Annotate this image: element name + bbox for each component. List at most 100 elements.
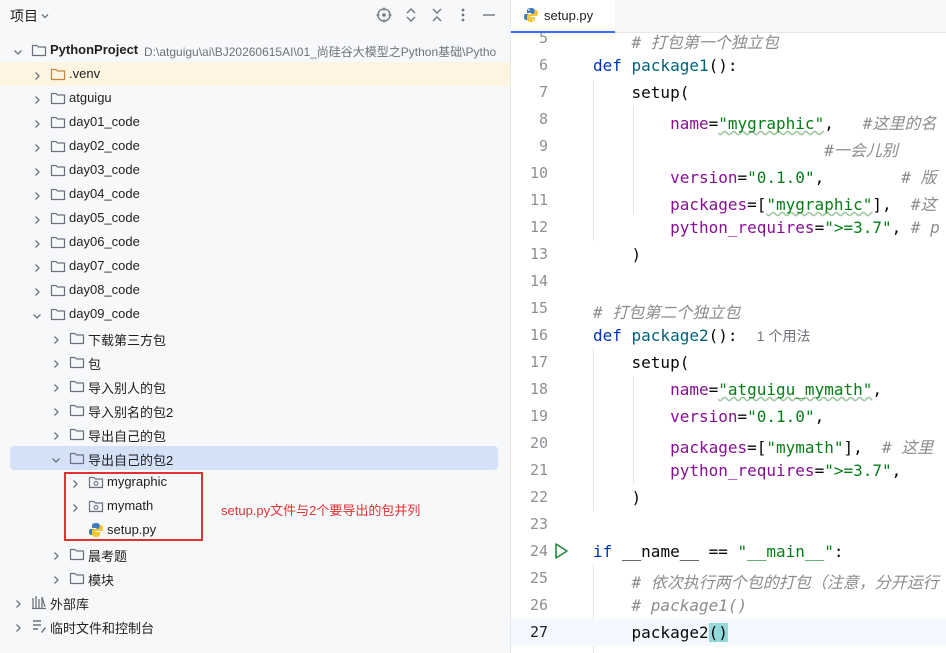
code-line[interactable]: 9 #一会儿别	[511, 133, 946, 160]
code-line[interactable]: 19 version="0.1.0",	[511, 403, 946, 430]
chevron-down-icon[interactable]	[51, 453, 61, 463]
line-number[interactable]: 23	[511, 515, 548, 533]
chevron-right-icon[interactable]	[32, 261, 42, 272]
code-line[interactable]: 12 python_requires=">=3.7", # p	[511, 214, 946, 241]
code-line[interactable]: 18 name="atguigu_mymath",	[511, 376, 946, 403]
line-number[interactable]: 8	[511, 110, 548, 128]
tab-setup-py[interactable]: setup.py	[511, 0, 615, 33]
code-line[interactable]: 7 setup(	[511, 79, 946, 106]
tree-row[interactable]: 临时文件和控制台	[0, 614, 510, 638]
chevron-right-icon[interactable]	[51, 573, 61, 584]
minimize-icon[interactable]	[480, 6, 498, 24]
tree-row[interactable]: day05_code	[0, 206, 510, 230]
chevron-right-icon[interactable]	[51, 549, 61, 560]
run-icon[interactable]	[553, 542, 569, 563]
tree-row[interactable]: 导入别名的包2	[0, 398, 510, 422]
tree-row[interactable]: day07_code	[0, 254, 510, 278]
chevron-right-icon[interactable]	[13, 597, 23, 608]
chevron-right-icon[interactable]	[32, 285, 42, 296]
chevron-right-icon[interactable]	[32, 189, 42, 200]
code-line[interactable]: 16 def package2(): 1 个用法	[511, 322, 946, 349]
line-number[interactable]: 15	[511, 299, 548, 317]
chevron-right-icon[interactable]	[51, 357, 61, 368]
line-number[interactable]: 12	[511, 218, 548, 236]
chevron-right-icon[interactable]	[13, 621, 23, 632]
line-number[interactable]: 6	[511, 56, 548, 74]
tree-row[interactable]: day06_code	[0, 230, 510, 254]
tree-row[interactable]: 导入别人的包	[0, 374, 510, 398]
chevron-right-icon[interactable]	[51, 381, 61, 392]
tree-row[interactable]: 导出自己的包2	[0, 446, 510, 470]
line-number[interactable]: 21	[511, 461, 548, 479]
tree-row[interactable]: 包	[0, 350, 510, 374]
code-line[interactable]: 22 )	[511, 484, 946, 511]
tree-row[interactable]: day04_code	[0, 182, 510, 206]
chevron-down-icon[interactable]	[32, 309, 42, 319]
chevron-right-icon[interactable]	[32, 237, 42, 248]
code-line[interactable]: 24 if __name__ == "__main__":	[511, 538, 946, 565]
code-line[interactable]: 20 packages=["mymath"], # 这里	[511, 430, 946, 457]
code-line[interactable]: 10 version="0.1.0", # 版	[511, 160, 946, 187]
code-line[interactable]: 17 setup(	[511, 349, 946, 376]
more-icon[interactable]	[454, 6, 472, 24]
tree-row[interactable]: 外部库	[0, 590, 510, 614]
tree-row[interactable]: day01_code	[0, 110, 510, 134]
chevron-right-icon[interactable]	[32, 165, 42, 176]
tree-row[interactable]: day09_code	[0, 302, 510, 326]
tree-row[interactable]: day02_code	[0, 134, 510, 158]
chevron-right-icon[interactable]	[32, 213, 42, 224]
code-line[interactable]: 23	[511, 511, 946, 538]
chevron-right-icon[interactable]	[32, 141, 42, 152]
tree-row[interactable]: atguigu	[0, 86, 510, 110]
collapse-all-icon[interactable]	[428, 6, 446, 24]
line-number[interactable]: 25	[511, 569, 548, 587]
code-line[interactable]: 15 # 打包第二个独立包	[511, 295, 946, 322]
usage-hint[interactable]: 1 个用法	[757, 328, 811, 344]
line-number[interactable]: 11	[511, 191, 548, 209]
chevron-down-icon[interactable]	[40, 9, 50, 24]
chevron-right-icon[interactable]	[32, 117, 42, 128]
chevron-right-icon[interactable]	[32, 69, 42, 80]
chevron-right-icon[interactable]	[51, 429, 61, 440]
chevron-right-icon[interactable]	[32, 93, 42, 104]
code-line[interactable]: 25 # 依次执行两个包的打包（注意，分开运行	[511, 565, 946, 592]
code-line[interactable]: 26 # package1()	[511, 592, 946, 619]
code-line[interactable]: 6 def package1():	[511, 52, 946, 79]
tree-row[interactable]: day03_code	[0, 158, 510, 182]
code-line[interactable]: 27 package2()	[511, 619, 946, 646]
line-number[interactable]: 27	[511, 623, 548, 641]
line-number[interactable]: 9	[511, 137, 548, 155]
chevron-down-icon[interactable]	[13, 45, 23, 55]
code-area[interactable]: 5 # 打包第一个独立包 6 def package1(): 7 setup(8 na…	[511, 25, 946, 653]
line-number[interactable]: 24	[511, 542, 548, 560]
tree-row[interactable]: 下载第三方包	[0, 326, 510, 350]
line-number[interactable]: 19	[511, 407, 548, 425]
tree-row[interactable]: 模块	[0, 566, 510, 590]
project-panel-title[interactable]: 项目	[10, 6, 38, 26]
tree-row[interactable]: day08_code	[0, 278, 510, 302]
line-number[interactable]: 20	[511, 434, 548, 452]
line-number[interactable]: 22	[511, 488, 548, 506]
line-number[interactable]: 13	[511, 245, 548, 263]
chevron-right-icon[interactable]	[51, 333, 61, 344]
tree-row[interactable]: PythonProject D:\atguigu\ai\BJ20260615AI\…	[0, 38, 510, 62]
line-number[interactable]: 26	[511, 596, 548, 614]
chevron-right-icon[interactable]	[51, 405, 61, 416]
line-number[interactable]: 16	[511, 326, 548, 344]
line-number[interactable]: 17	[511, 353, 548, 371]
tree-row[interactable]: 导出自己的包	[0, 422, 510, 446]
code-line[interactable]: 21 python_requires=">=3.7",	[511, 457, 946, 484]
expand-all-icon[interactable]	[402, 6, 420, 24]
code-line[interactable]: 11 packages=["mygraphic"], #这	[511, 187, 946, 214]
code-line[interactable]: 8 name="mygraphic", #这里的名	[511, 106, 946, 133]
line-number[interactable]: 18	[511, 380, 548, 398]
code-line[interactable]: 13 )	[511, 241, 946, 268]
tree-row[interactable]: .venv	[0, 62, 510, 86]
line-number[interactable]: 7	[511, 83, 548, 101]
line-number[interactable]: 10	[511, 164, 548, 182]
code-line[interactable]: 14	[511, 268, 946, 295]
line-number[interactable]: 14	[511, 272, 548, 290]
tree-row[interactable]: 晨考题	[0, 542, 510, 566]
crosshair-icon[interactable]	[375, 6, 393, 24]
